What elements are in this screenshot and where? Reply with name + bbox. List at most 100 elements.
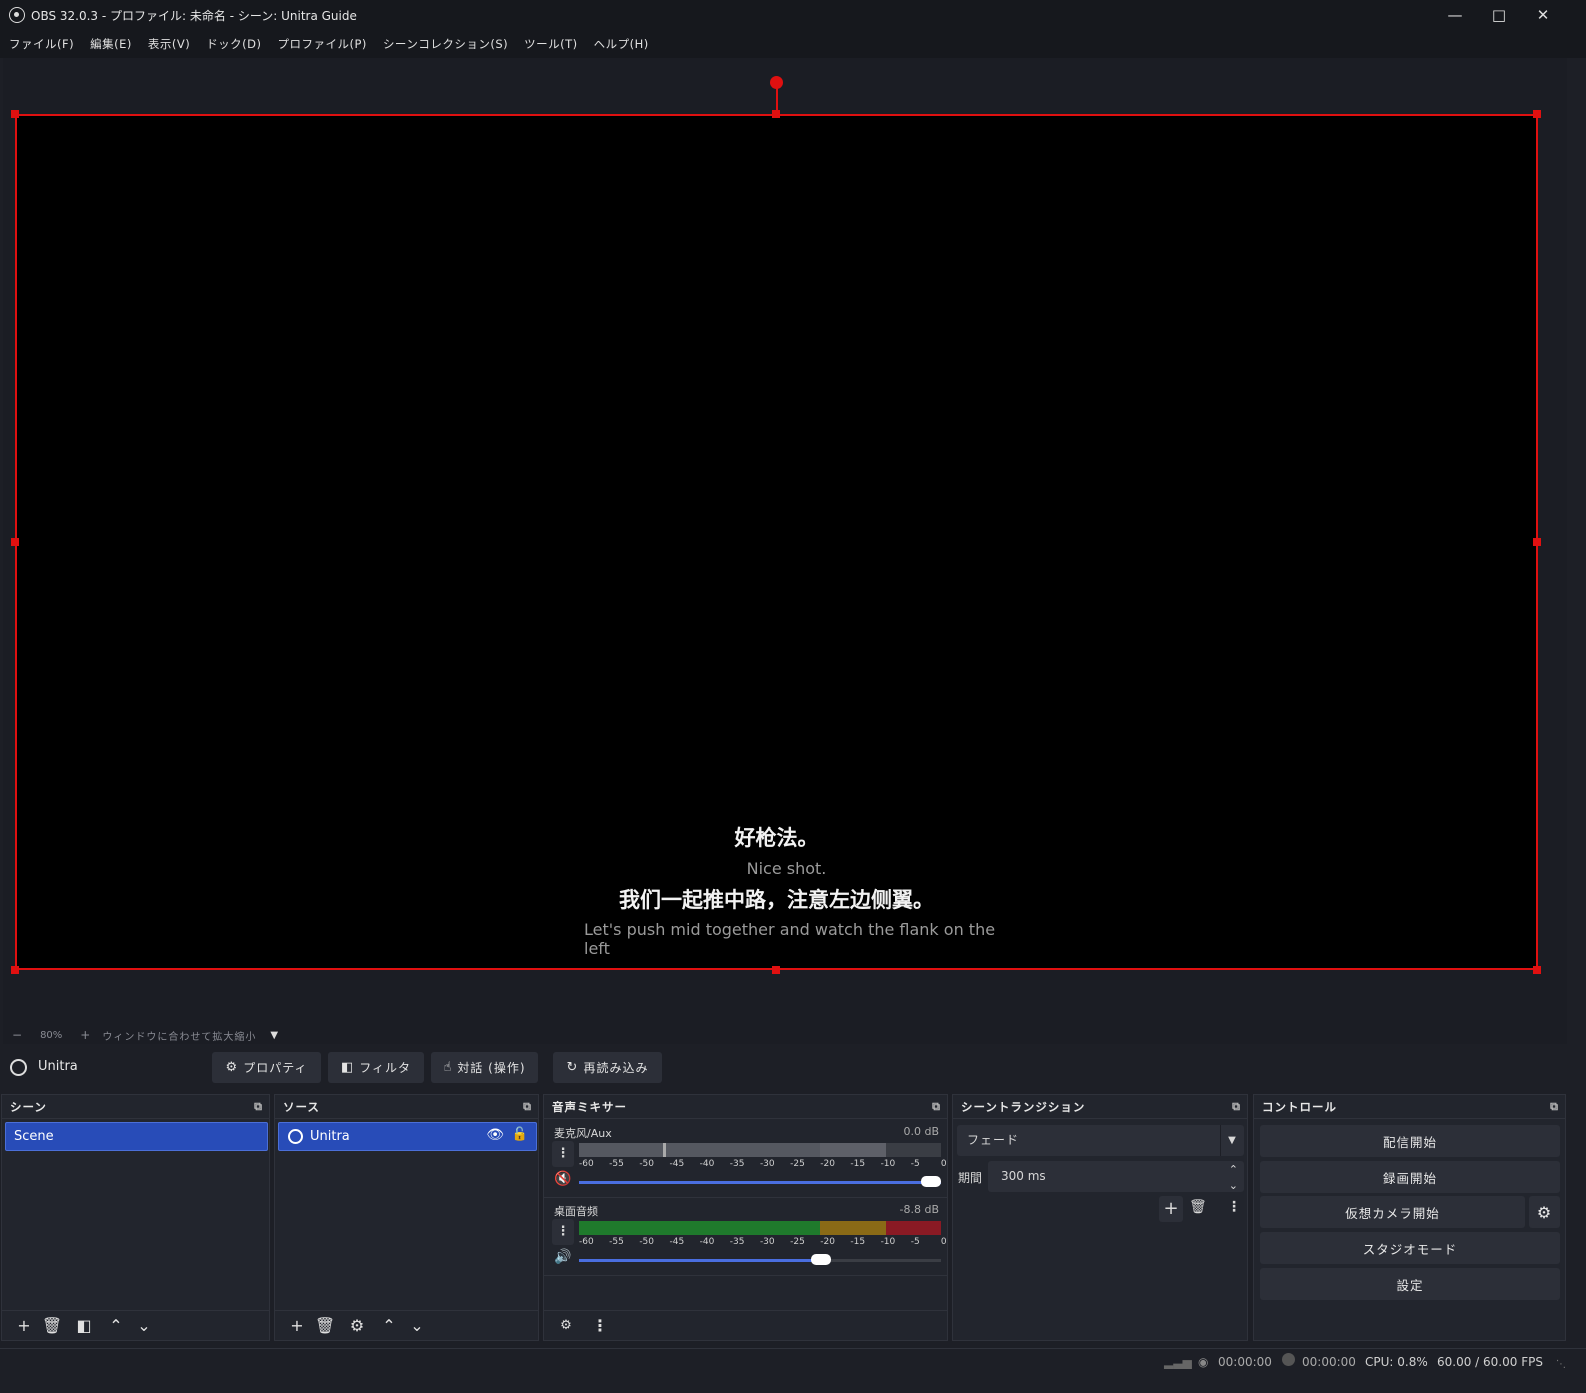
scene-transitions-dock: シーントランジション ⧉ フェード ▼ 期間 300 ms ⌃ ⌄ + 🗑 ⋮ — [952, 1094, 1248, 1341]
zoom-out-button[interactable]: − — [12, 1028, 22, 1042]
preview-canvas[interactable]: 好枪法。 Nice shot. 我们一起推中路，注意左边侧翼。 Let's pu… — [15, 114, 1538, 970]
channel-name: 麦克风/Aux — [554, 1127, 612, 1140]
lock-icon[interactable]: 🔓 — [512, 1127, 528, 1142]
sources-header: ソース ⧉ — [275, 1095, 538, 1119]
resize-handle-t[interactable] — [772, 110, 780, 118]
resize-handle-bl[interactable] — [11, 966, 19, 974]
settings-button[interactable]: 設定 — [1260, 1268, 1560, 1300]
menu-edit[interactable]: 編集(E) — [90, 36, 132, 52]
close-icon[interactable]: ✕ — [1520, 0, 1566, 30]
scenes-dock: シーン ⧉ Scene + 🗑 ◧ ⌃ ⌄ — [1, 1094, 270, 1341]
add-icon[interactable]: + — [283, 1316, 311, 1335]
resize-handle-tr[interactable] — [1533, 110, 1541, 118]
zoom-in-button[interactable]: + — [80, 1028, 90, 1042]
mixer-header: 音声ミキサー ⧉ — [544, 1095, 947, 1119]
eye-icon[interactable]: 👁 — [486, 1127, 504, 1143]
duration-label: 期間 — [958, 1171, 983, 1185]
zoom-value: 80% — [40, 1029, 63, 1041]
volume-knob-desktop[interactable] — [811, 1254, 831, 1265]
channel-menu-icon[interactable]: ⋮ — [552, 1219, 574, 1245]
record-time: 00:00:00 — [1302, 1355, 1356, 1369]
cpu-usage: CPU: 0.8% — [1365, 1355, 1428, 1369]
studio-mode-button[interactable]: スタジオモード — [1260, 1232, 1560, 1264]
chevron-down-icon[interactable]: ⌄ — [403, 1316, 431, 1335]
resize-grip-icon[interactable]: ⋱ — [1556, 1359, 1566, 1370]
duration-input[interactable]: 300 ms ⌃ ⌄ — [988, 1161, 1244, 1192]
mixer-channel-mic: 麦克风/Aux 0.0 dB ⋮ -60 -55 -50 -45 -40 -35 -30 -2… — [544, 1121, 947, 1198]
more-menu-icon[interactable]: ⋮ — [1227, 1199, 1241, 1215]
undock-icon[interactable]: ⧉ — [523, 1100, 532, 1114]
selected-source-name: Unitra — [38, 1059, 78, 1074]
zoom-dropdown-icon[interactable]: ▼ — [270, 1030, 278, 1041]
advanced-audio-icon[interactable]: ⚙ — [552, 1318, 580, 1333]
hand-pointer-icon: ☝ — [443, 1060, 453, 1075]
menu-tools[interactable]: ツール(T) — [524, 36, 578, 52]
window-title: OBS 32.0.3 - プロファイル: 未命名 - シーン: Unitra G… — [31, 8, 357, 23]
chevron-up-icon[interactable]: ⌃ — [375, 1316, 403, 1335]
resize-handle-r[interactable] — [1533, 538, 1541, 546]
chevron-up-icon[interactable]: ⌃ — [102, 1316, 130, 1335]
channel-menu-icon[interactable]: ⋮ — [552, 1141, 574, 1167]
subtitle-line-3: 我们一起推中路，注意左边侧翼。 — [619, 888, 934, 912]
maximize-icon[interactable]: □ — [1476, 0, 1522, 30]
fps: 60.00 / 60.00 FPS — [1437, 1355, 1543, 1369]
spin-down-icon[interactable]: ⌄ — [1229, 1170, 1238, 1201]
resize-handle-br[interactable] — [1533, 966, 1541, 974]
menu-file[interactable]: ファイル(F) — [9, 36, 74, 52]
scenes-footer: + 🗑 ◧ ⌃ ⌄ — [2, 1310, 269, 1340]
filter-icon[interactable]: ◧ — [70, 1316, 98, 1335]
audio-mixer-dock: 音声ミキサー ⧉ 麦克风/Aux 0.0 dB ⋮ -60 -55 -50 -45 -4… — [543, 1094, 948, 1341]
menu-scene-collection[interactable]: シーンコレクション(S) — [383, 36, 508, 52]
minimize-icon[interactable]: — — [1432, 0, 1478, 30]
speaker-muted-icon[interactable]: 🔇 — [552, 1171, 574, 1193]
rotation-handle[interactable] — [770, 76, 783, 89]
trash-icon[interactable]: 🗑 — [38, 1316, 66, 1335]
scene-item[interactable]: Scene — [5, 1122, 268, 1151]
refresh-icon: ↻ — [566, 1060, 579, 1075]
menu-dock[interactable]: ドック(D) — [206, 36, 261, 52]
transition-select[interactable]: フェード ▼ — [957, 1125, 1244, 1156]
globe-icon — [10, 1059, 27, 1076]
speaker-icon[interactable]: 🔊 — [552, 1249, 574, 1271]
gear-icon[interactable]: ⚙ — [343, 1316, 371, 1335]
undock-icon[interactable]: ⧉ — [1232, 1100, 1241, 1114]
volume-slider-track — [821, 1259, 941, 1262]
menu-help[interactable]: ヘルプ(H) — [594, 36, 649, 52]
sources-footer: + 🗑 ⚙ ⌃ ⌄ — [275, 1310, 538, 1340]
start-recording-button[interactable]: 録画開始 — [1260, 1161, 1560, 1193]
volume-knob-mic[interactable] — [921, 1176, 941, 1187]
undock-icon[interactable]: ⧉ — [932, 1100, 941, 1114]
resize-handle-b[interactable] — [772, 966, 780, 974]
obs-logo-icon — [9, 7, 25, 23]
filters-button[interactable]: ◧ フィルタ — [328, 1052, 424, 1083]
fit-to-window-button[interactable]: ウィンドウに合わせて拡大縮小 — [102, 1028, 256, 1043]
globe-icon — [288, 1129, 303, 1144]
subtitle-line-1: 好枪法。 — [734, 826, 819, 850]
subtitle-line-4: Let's push mid together and watch the fl… — [584, 920, 996, 939]
more-menu-icon[interactable]: ⋮ — [586, 1316, 614, 1335]
menu-profile[interactable]: プロファイル(P) — [278, 36, 367, 52]
trash-icon[interactable]: 🗑 — [311, 1316, 339, 1335]
undock-icon[interactable]: ⧉ — [254, 1100, 263, 1114]
chevron-down-icon[interactable]: ⌄ — [130, 1316, 158, 1335]
trash-icon[interactable]: 🗑 — [1189, 1199, 1207, 1215]
zoom-bar: − 80% + ウィンドウに合わせて拡大縮小 ▼ — [3, 1026, 1567, 1044]
volume-slider-desktop[interactable] — [579, 1259, 821, 1262]
add-icon[interactable]: + — [10, 1316, 38, 1335]
resize-handle-l[interactable] — [11, 538, 19, 546]
properties-button[interactable]: ⚙ プロパティ — [212, 1052, 321, 1083]
virtual-camera-settings-icon[interactable]: ⚙ — [1529, 1196, 1560, 1228]
menu-view[interactable]: 表示(V) — [148, 36, 190, 52]
source-item[interactable]: Unitra 👁 🔓 — [278, 1122, 537, 1151]
volume-slider-mic[interactable] — [579, 1181, 941, 1184]
add-transition-icon[interactable]: + — [1159, 1196, 1183, 1222]
chevron-down-icon[interactable]: ▼ — [1220, 1125, 1244, 1156]
reload-button[interactable]: ↻ 再読み込み — [553, 1052, 662, 1083]
menu-bar: ファイル(F) 編集(E) 表示(V) ドック(D) プロファイル(P) シーン… — [0, 30, 1586, 58]
start-streaming-button[interactable]: 配信開始 — [1260, 1125, 1560, 1157]
resize-handle-tl[interactable] — [11, 110, 19, 118]
interact-button[interactable]: ☝ 対話 (操作) — [431, 1052, 538, 1083]
record-icon — [1282, 1353, 1295, 1366]
undock-icon[interactable]: ⧉ — [1550, 1100, 1559, 1114]
start-virtual-camera-button[interactable]: 仮想カメラ開始 — [1260, 1196, 1525, 1228]
